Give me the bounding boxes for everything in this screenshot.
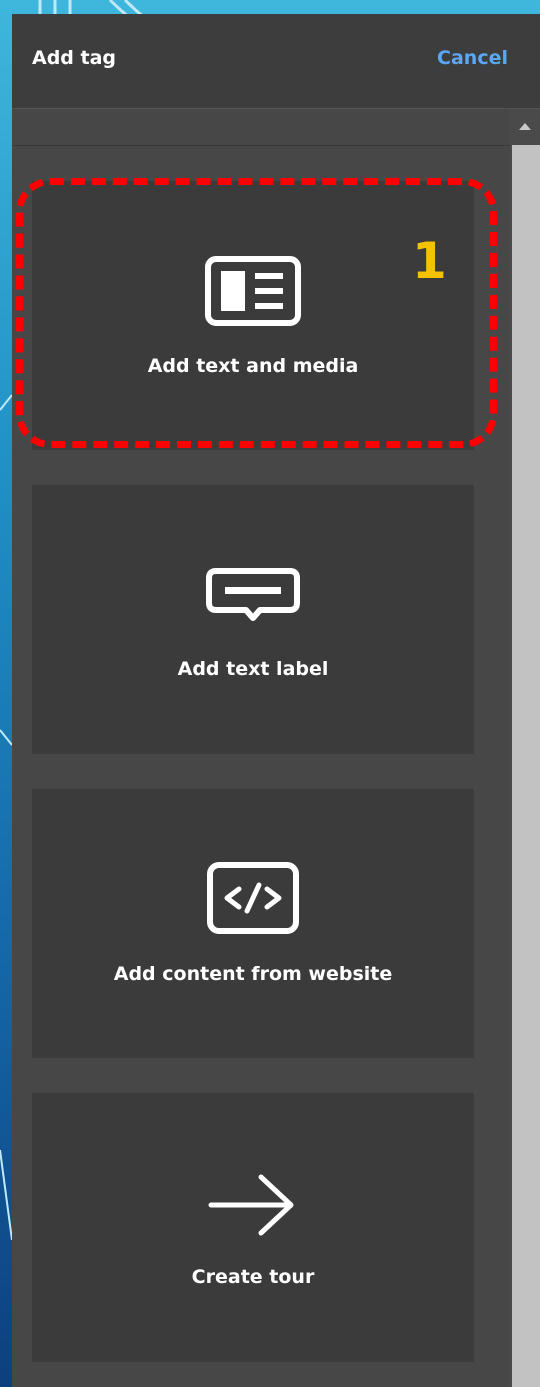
option-label: Add text and media	[147, 355, 359, 377]
vertical-scrollbar[interactable]	[510, 109, 540, 1387]
panel-header: Add tag Cancel	[12, 14, 540, 109]
create-tour-option[interactable]: Create tour	[32, 1093, 474, 1362]
option-label: Add content from website	[113, 963, 393, 985]
add-tag-panel: Add tag Cancel Add text and media Add te…	[12, 14, 540, 1387]
scrollbar-thumb[interactable]	[512, 145, 540, 1387]
code-icon	[207, 862, 299, 934]
cancel-button[interactable]: Cancel	[437, 47, 508, 69]
add-content-from-website-option[interactable]: Add content from website	[32, 789, 474, 1058]
option-label: Add text label	[177, 658, 329, 680]
add-text-label-option[interactable]: Add text label	[32, 485, 474, 754]
arrow-right-icon	[208, 1174, 294, 1236]
add-text-and-media-option[interactable]: Add text and media	[32, 181, 474, 450]
step-number-annotation: 1	[412, 232, 447, 290]
panel-subheader	[12, 109, 510, 146]
scroll-up-button[interactable]	[510, 109, 540, 145]
text-media-icon	[205, 256, 301, 326]
option-label: Create tour	[191, 1266, 315, 1288]
text-label-icon	[206, 568, 300, 621]
panel-title: Add tag	[32, 47, 117, 69]
chevron-up-icon	[519, 123, 531, 130]
